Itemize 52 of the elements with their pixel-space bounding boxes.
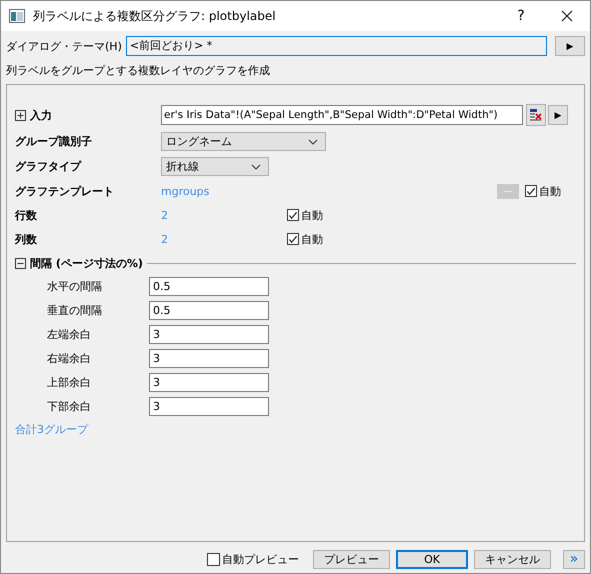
- auto-preview-checkbox[interactable]: 自動プレビュー: [207, 552, 299, 566]
- auto-checkbox[interactable]: 自動: [287, 232, 323, 246]
- input-range-field[interactable]: er's Iris Data"!(A"Sepal Length",B"Sepal Width":D"Petal Width"): [161, 105, 523, 125]
- column-count-value: 2: [161, 232, 169, 246]
- window-title: 列ラベルによる複数区分グラフ: plotbylabel: [33, 8, 277, 24]
- column-select-icon: [529, 108, 543, 122]
- auto-checkbox[interactable]: 自動: [525, 184, 561, 198]
- theme-label: ダイアログ・テーマ(H): [6, 38, 122, 54]
- description-text: 列ラベルをグループとする複数レイヤのグラフを作成: [6, 63, 271, 78]
- spacing-label: 右端余白: [46, 350, 92, 366]
- graph-template-label: グラフテンプレート: [15, 184, 115, 198]
- row-count-value: 2: [161, 208, 169, 222]
- preview-button[interactable]: プレビュー: [313, 550, 390, 568]
- cancel-button[interactable]: キャンセル: [474, 550, 551, 568]
- group-identifier-label: グループ識別子: [15, 134, 93, 149]
- spacing-section-label: 間隔 (ページ寸法の%): [30, 256, 143, 270]
- spacing-label: 水平の間隔: [46, 278, 103, 294]
- spacing-field[interactable]: 0.5: [149, 300, 269, 320]
- close-icon: [561, 10, 573, 22]
- row-count-label: 行数: [15, 208, 38, 222]
- checkmark-icon: [288, 234, 298, 244]
- spacing-field[interactable]: 3: [149, 396, 269, 416]
- template-value: mgroups: [161, 184, 210, 198]
- spacing-field[interactable]: 3: [149, 324, 269, 344]
- window-icon: [9, 9, 25, 23]
- spacing-field[interactable]: 0.5: [149, 276, 269, 296]
- spacing-label: 垂直の間隔: [46, 302, 103, 318]
- column-count-label: 列数: [15, 232, 38, 246]
- spacing-label: 上部余白: [46, 374, 92, 390]
- group-identifier-dropdown[interactable]: ロングネーム: [161, 132, 326, 151]
- spacing-label: 左端余白: [46, 326, 92, 342]
- spacing-field[interactable]: 3: [149, 372, 269, 392]
- group-count-text: 合計3グループ: [15, 422, 90, 437]
- spacing-label: 下部余白: [46, 398, 92, 414]
- graph-type-dropdown[interactable]: 折れ線: [161, 157, 269, 176]
- collapse-icon[interactable]: [15, 258, 26, 268]
- input-menu-button[interactable]: ▶: [548, 105, 568, 125]
- graph-type-label: グラフタイプ: [15, 159, 82, 174]
- expand-icon[interactable]: [15, 110, 26, 120]
- ok-button[interactable]: OK: [396, 550, 468, 568]
- spacing-field[interactable]: 3: [149, 348, 269, 368]
- chevron-down-icon: [251, 164, 261, 170]
- checkmark-icon: [526, 186, 536, 196]
- select-columns-button[interactable]: [526, 104, 546, 126]
- theme-field[interactable]: <前回どおり> *: [126, 36, 547, 56]
- input-label: 入力: [30, 108, 52, 122]
- help-button[interactable]: ?: [498, 1, 544, 31]
- chevron-down-icon: [308, 138, 318, 144]
- theme-menu-button[interactable]: ▶: [555, 36, 585, 56]
- expand-dialog-button[interactable]: »: [563, 550, 585, 568]
- checkmark-icon: [288, 210, 298, 220]
- auto-checkbox[interactable]: 自動: [287, 208, 323, 222]
